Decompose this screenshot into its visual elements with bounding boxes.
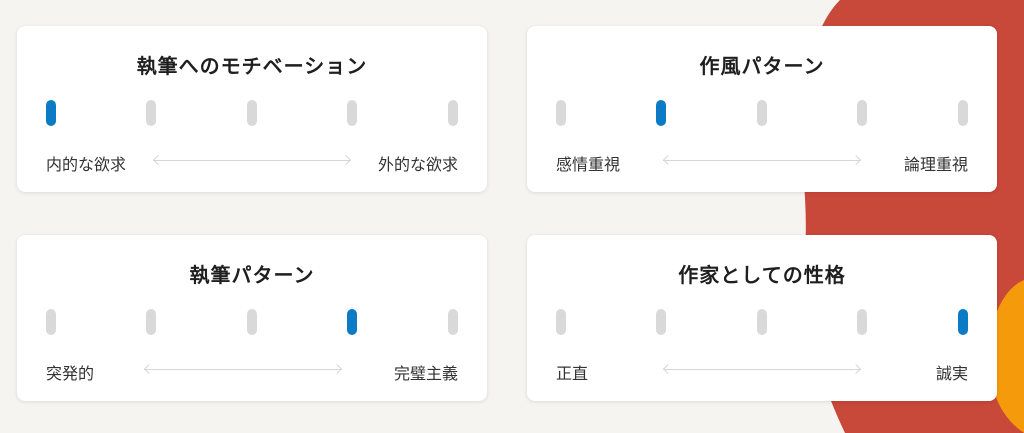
scale-option-1[interactable]	[556, 100, 566, 126]
scale-option-2[interactable]	[656, 309, 666, 335]
scale-option-1[interactable]	[46, 100, 56, 126]
scale-right-label: 論理重視	[903, 155, 968, 174]
scale-option-4[interactable]	[347, 100, 357, 126]
rating-scale	[556, 100, 968, 126]
scale-left-label: 正直	[556, 364, 589, 383]
scale-option-4[interactable]	[857, 100, 867, 126]
scale-option-3[interactable]	[757, 309, 767, 335]
scale-option-1[interactable]	[556, 309, 566, 335]
scale-left-label: 感情重視	[556, 155, 621, 174]
card-title: 作家としての性格	[678, 263, 846, 287]
scale-left-label: 突発的	[46, 364, 95, 383]
scale-option-5[interactable]	[448, 309, 458, 335]
scale-option-3[interactable]	[247, 309, 257, 335]
scale-option-2[interactable]	[656, 100, 666, 126]
double-arrow-icon	[153, 160, 351, 161]
rating-scale	[556, 309, 968, 335]
double-arrow-icon	[144, 369, 342, 370]
double-arrow-icon	[663, 369, 861, 370]
card-title: 執筆へのモチベーション	[136, 54, 368, 78]
scale-right-label: 外的な欲求	[377, 155, 458, 174]
scale-option-3[interactable]	[247, 100, 257, 126]
scale-option-2[interactable]	[146, 100, 156, 126]
scale-option-5[interactable]	[958, 100, 968, 126]
trait-card-personality: 作家としての性格 正直 誠実	[527, 235, 997, 401]
card-title: 執筆パターン	[189, 263, 315, 287]
trait-card-style: 作風パターン 感情重視 論理重視	[527, 26, 997, 192]
scale-option-2[interactable]	[146, 309, 156, 335]
rating-scale	[46, 309, 458, 335]
scale-option-1[interactable]	[46, 309, 56, 335]
trait-card-writing-pattern: 執筆パターン 突発的 完璧主義	[17, 235, 487, 401]
scale-option-4[interactable]	[347, 309, 357, 335]
scale-right-label: 完璧主義	[393, 364, 458, 383]
scale-option-4[interactable]	[857, 309, 867, 335]
scale-option-3[interactable]	[757, 100, 767, 126]
rating-scale	[46, 100, 458, 126]
card-title: 作風パターン	[699, 54, 825, 78]
scale-option-5[interactable]	[448, 100, 458, 126]
scale-left-label: 内的な欲求	[46, 155, 127, 174]
trait-card-motivation: 執筆へのモチベーション 内的な欲求 外的な欲求	[17, 26, 487, 192]
scale-option-5[interactable]	[958, 309, 968, 335]
scale-right-label: 誠実	[935, 364, 968, 383]
double-arrow-icon	[663, 160, 861, 161]
